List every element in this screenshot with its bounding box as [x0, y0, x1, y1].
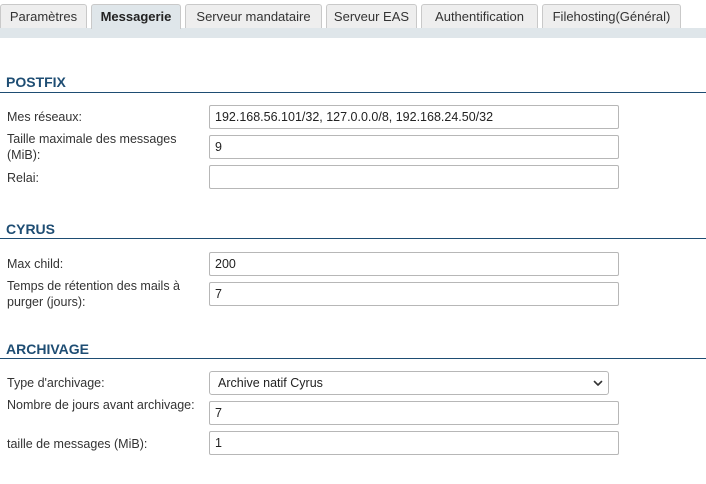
tab-bar: Paramètres Messagerie Serveur mandataire…	[0, 0, 706, 38]
tab-serveur-eas[interactable]: Serveur EAS	[326, 4, 417, 28]
section-title-postfix: POSTFIX	[6, 74, 66, 90]
networks-input[interactable]: 192.168.56.101/32, 127.0.0.0/8, 192.168.…	[209, 105, 619, 129]
section-divider	[0, 92, 706, 93]
archive-type-label: Type d'archivage:	[7, 376, 105, 390]
tab-strip	[0, 28, 706, 38]
archive-type-select[interactable]: Archive natif Cyrus	[209, 371, 609, 395]
retention-input[interactable]: 7	[209, 282, 619, 306]
archive-type-value: Archive natif Cyrus	[218, 376, 323, 390]
tab-serveur-mandataire[interactable]: Serveur mandataire	[185, 4, 322, 28]
section-title-archivage: ARCHIVAGE	[6, 341, 89, 357]
tab-filehosting[interactable]: Filehosting(Général)	[542, 4, 681, 28]
chevron-down-icon	[593, 380, 603, 386]
message-size-input[interactable]: 1	[209, 431, 619, 455]
relay-input[interactable]	[209, 165, 619, 189]
max-message-size-input[interactable]: 9	[209, 135, 619, 159]
max-child-input[interactable]: 200	[209, 252, 619, 276]
networks-label: Mes réseaux:	[7, 110, 83, 124]
section-divider	[0, 238, 706, 239]
message-size-label: taille de messages (MiB):	[7, 437, 148, 451]
archive-days-input[interactable]: 7	[209, 401, 619, 425]
relay-label: Relai:	[7, 171, 39, 185]
archive-days-label: Nombre de jours avant archivage:	[7, 398, 195, 412]
max-message-size-label: Taille maximale des messages (MiB):	[7, 132, 177, 162]
tab-parametres[interactable]: Paramètres	[0, 4, 87, 28]
tab-messagerie[interactable]: Messagerie	[91, 4, 181, 29]
retention-label: Temps de rétention des mails à purger (j…	[7, 279, 181, 309]
max-child-label: Max child:	[7, 257, 64, 271]
section-title-cyrus: CYRUS	[6, 221, 56, 237]
section-divider	[0, 358, 706, 359]
tab-authentification[interactable]: Authentification	[421, 4, 538, 28]
